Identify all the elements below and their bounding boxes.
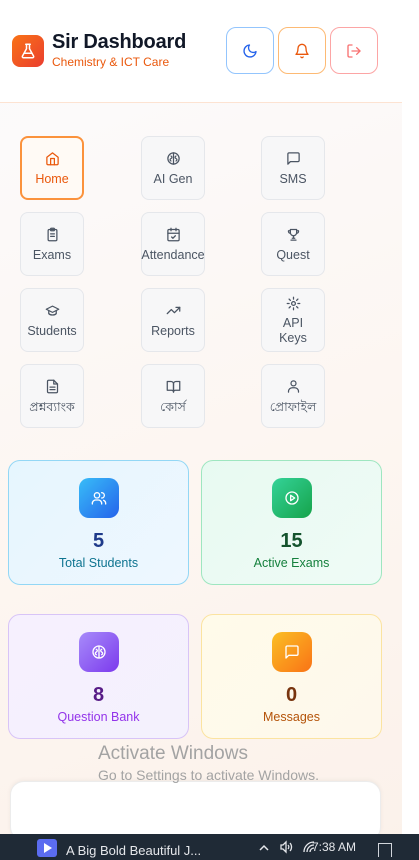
nav-profile[interactable]: প্রোফাইল xyxy=(261,364,325,428)
stat-value: 8 xyxy=(92,684,105,706)
media-player-icon xyxy=(37,839,57,860)
stat-label: Messages xyxy=(263,710,320,724)
nav-sms[interactable]: SMS xyxy=(261,136,325,200)
nav-label: প্রোফাইল xyxy=(269,399,317,414)
app-header: Sir Dashboard Chemistry & ICT Care xyxy=(0,0,402,103)
taskbar-app-button[interactable]: A Big Bold Beautiful J... xyxy=(37,839,201,860)
stat-label: Total Students xyxy=(58,556,139,570)
stat-card-active-exams[interactable]: 15 Active Exams xyxy=(201,460,382,585)
stat-card-question-bank[interactable]: 8 Question Bank xyxy=(8,614,189,739)
flask-icon xyxy=(12,35,44,67)
brain-icon xyxy=(166,150,181,168)
play-circle-icon xyxy=(271,478,312,518)
nav-label: কোর্স xyxy=(160,399,186,414)
show-desktop-button[interactable] xyxy=(378,843,392,857)
stat-card-total-students[interactable]: 5 Total Students xyxy=(8,460,189,585)
stat-card-messages[interactable]: 0 Messages xyxy=(201,614,382,739)
nav-students[interactable]: Students xyxy=(20,288,84,352)
activation-watermark: Activate Windows Go to Settings to activ… xyxy=(98,743,319,783)
moon-icon xyxy=(243,43,257,58)
message-square-icon xyxy=(286,150,301,168)
chevron-up-icon[interactable] xyxy=(258,841,270,859)
users-icon xyxy=(78,478,119,518)
speaker-icon[interactable] xyxy=(279,840,293,859)
brain-icon xyxy=(78,632,119,672)
nav-label: AI Gen xyxy=(153,171,193,186)
user-icon xyxy=(286,378,301,396)
nav-label: Exams xyxy=(32,247,72,262)
window-edge xyxy=(402,0,419,834)
stat-value: 0 xyxy=(285,684,298,706)
watermark-subtitle: Go to Settings to activate Windows. xyxy=(98,767,319,783)
nav-reports[interactable]: Reports xyxy=(141,288,205,352)
trending-up-icon xyxy=(166,302,181,320)
taskbar: A Big Bold Beautiful J... 7:38 AM xyxy=(0,834,419,860)
nav-attendance[interactable]: Attendance xyxy=(141,212,205,276)
nav-label: Reports xyxy=(151,323,195,338)
stat-value: 15 xyxy=(280,530,303,552)
content-card xyxy=(10,781,381,841)
nav-home[interactable]: Home xyxy=(20,136,84,200)
system-tray xyxy=(258,840,316,859)
theme-toggle-button[interactable] xyxy=(226,27,274,74)
nav-label: Attendance xyxy=(141,247,205,262)
nav-label: Quest xyxy=(276,247,310,262)
nav-api-keys[interactable]: API Keys xyxy=(261,288,325,352)
stat-value: 5 xyxy=(92,530,105,552)
taskbar-app-title: A Big Bold Beautiful J... xyxy=(66,843,202,858)
nav-course[interactable]: কোর্স xyxy=(141,364,205,428)
nav-label: Home xyxy=(35,171,69,186)
stat-label: Active Exams xyxy=(253,556,330,570)
nav-question-bank[interactable]: প্রশ্নব্যাংক xyxy=(20,364,84,428)
nav-label: SMS xyxy=(279,171,307,186)
home-icon xyxy=(45,150,60,168)
logout-button[interactable] xyxy=(330,27,378,74)
graduation-cap-icon xyxy=(45,302,60,320)
nav-ai-gen[interactable]: AI Gen xyxy=(141,136,205,200)
nav-label: প্রশ্নব্যাংক xyxy=(29,399,75,414)
notifications-button[interactable] xyxy=(278,27,326,74)
gear-icon xyxy=(286,294,301,312)
app-subtitle: Chemistry & ICT Care xyxy=(52,55,170,69)
nav-label: API Keys xyxy=(279,316,307,345)
file-text-icon xyxy=(45,378,60,396)
taskbar-clock[interactable]: 7:38 AM xyxy=(312,840,356,854)
book-open-icon xyxy=(166,378,181,396)
logout-icon xyxy=(347,43,361,58)
app-title: Sir Dashboard xyxy=(52,31,187,53)
message-square-icon xyxy=(271,632,312,672)
calendar-check-icon xyxy=(166,226,181,244)
bell-icon xyxy=(295,43,309,58)
nav-label: Students xyxy=(27,323,77,338)
clipboard-icon xyxy=(45,226,60,244)
watermark-title: Activate Windows xyxy=(98,743,248,764)
nav-quest[interactable]: Quest xyxy=(261,212,325,276)
stat-label: Question Bank xyxy=(57,710,140,724)
trophy-icon xyxy=(286,226,301,244)
nav-exams[interactable]: Exams xyxy=(20,212,84,276)
